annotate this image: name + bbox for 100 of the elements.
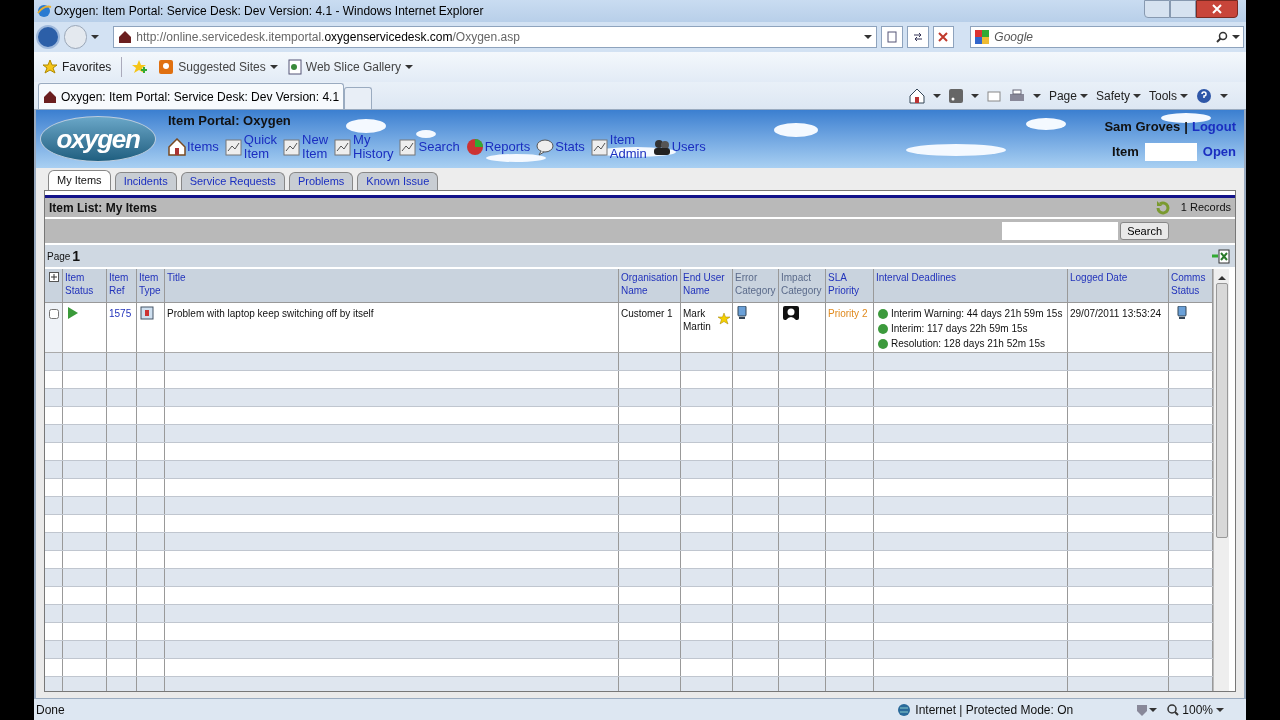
logo: oxygen bbox=[40, 116, 156, 162]
address-field[interactable]: http://online.servicedesk.itemportal.oxygenservicedesk.com/Oxygen.asp bbox=[113, 26, 878, 48]
nav-link[interactable]: New Item bbox=[283, 132, 329, 161]
person-icon bbox=[783, 306, 799, 320]
dropdown-caret-icon bbox=[1216, 706, 1224, 713]
new-tab-button[interactable] bbox=[344, 87, 373, 109]
document-icon bbox=[334, 137, 353, 156]
portal-title: Item Portal: Oxygen bbox=[168, 112, 291, 131]
page-number: 1 bbox=[72, 246, 81, 266]
command-menu[interactable]: Page bbox=[1048, 87, 1088, 105]
page-label: Page bbox=[47, 249, 71, 264]
home-icon bbox=[908, 88, 925, 104]
favorites-link[interactable]: Web Slice Gallery bbox=[287, 58, 413, 76]
column-header[interactable]: Item Type bbox=[139, 271, 162, 297]
stop-icon bbox=[937, 31, 950, 43]
export-icon bbox=[1211, 248, 1231, 264]
dropdown-caret-icon bbox=[1032, 93, 1041, 99]
compatibility-button[interactable] bbox=[881, 26, 903, 48]
favorites-link[interactable]: Suggested Sites bbox=[158, 58, 278, 76]
house-icon bbox=[168, 137, 186, 156]
open-link[interactable]: Open bbox=[1202, 142, 1236, 162]
column-header[interactable]: Logged Date bbox=[1070, 271, 1166, 284]
column-header[interactable]: Title bbox=[167, 271, 616, 284]
close-button[interactable] bbox=[1196, 0, 1238, 18]
tab[interactable]: Incidents bbox=[114, 172, 177, 190]
dropdown-caret-icon bbox=[1232, 34, 1241, 40]
people-icon bbox=[652, 137, 671, 156]
item-ref-link[interactable]: 1575 bbox=[109, 308, 132, 319]
dropdown-caret-icon bbox=[404, 64, 413, 70]
nav-link[interactable]: Reports bbox=[465, 137, 531, 156]
refresh-button[interactable] bbox=[906, 26, 929, 48]
column-header[interactable]: Comms Status bbox=[1171, 271, 1210, 297]
scrollbar[interactable] bbox=[1213, 269, 1229, 691]
nav-link[interactable]: Item Admin bbox=[590, 132, 647, 161]
dropdown-caret-icon bbox=[91, 34, 100, 40]
table-cell-text: Mark Martin bbox=[683, 307, 712, 333]
dropdown-caret-icon bbox=[1180, 93, 1188, 99]
stop-button[interactable] bbox=[932, 26, 955, 48]
command-menu[interactable]: Tools bbox=[1149, 87, 1188, 105]
search-field[interactable]: Google bbox=[970, 26, 1245, 48]
expand-icon bbox=[48, 272, 59, 282]
refresh-icon bbox=[1154, 199, 1171, 216]
command-menu[interactable]: Safety bbox=[1095, 87, 1141, 105]
dropdown-caret-icon bbox=[1220, 93, 1228, 99]
nav-link[interactable]: Quick Item bbox=[224, 132, 278, 161]
house-icon bbox=[118, 30, 133, 44]
star-icon bbox=[718, 313, 730, 325]
tab[interactable]: Known Issue bbox=[357, 172, 439, 190]
computer-icon bbox=[1177, 306, 1187, 320]
nav-link[interactable]: Stats bbox=[536, 137, 585, 156]
favorites-button[interactable]: Favorites bbox=[42, 58, 112, 76]
list-title: Item List: My Items bbox=[49, 199, 158, 217]
column-header[interactable]: Item Ref bbox=[109, 271, 134, 297]
google-logo-icon bbox=[974, 29, 991, 45]
table-cell: 29/07/2011 13:53:24 bbox=[1070, 308, 1161, 319]
column-header[interactable]: Interval Deadlines bbox=[876, 271, 1065, 284]
restore-button[interactable] bbox=[1170, 0, 1196, 18]
search-button[interactable]: Search bbox=[1120, 222, 1169, 240]
nav-link[interactable]: My History bbox=[334, 132, 394, 161]
browser-tab[interactable]: Oxygen: Item Portal: Service Desk: Dev Version: 4.1 bbox=[38, 83, 345, 109]
row-checkbox[interactable] bbox=[48, 309, 59, 319]
column-header: Error Category bbox=[735, 271, 776, 297]
column-header[interactable]: Organisation Name bbox=[621, 271, 678, 297]
mail-icon bbox=[986, 90, 1001, 102]
search-input[interactable] bbox=[1002, 222, 1119, 240]
globe-icon bbox=[897, 702, 912, 717]
item-label: Item bbox=[1112, 143, 1139, 161]
tab[interactable]: My Items bbox=[48, 170, 111, 190]
dropdown-caret-icon bbox=[1079, 93, 1088, 99]
window-title: Oxygen: Item Portal: Service Desk: Dev Version: 4.1 - Windows Internet Explorer bbox=[54, 3, 484, 20]
table-cell: Customer 1 bbox=[621, 308, 673, 319]
column-header[interactable]: End User Name bbox=[683, 271, 730, 297]
item-field[interactable] bbox=[1144, 142, 1197, 161]
nav-link[interactable]: Users bbox=[652, 137, 706, 156]
help-icon bbox=[1196, 88, 1212, 104]
column-header: Impact Category bbox=[781, 271, 823, 297]
search-icon bbox=[1216, 31, 1229, 43]
dropdown-caret-icon bbox=[970, 93, 979, 99]
nav-link[interactable]: Items bbox=[168, 137, 219, 156]
user-name: Sam Groves bbox=[1104, 117, 1181, 136]
tab[interactable]: Service Requests bbox=[180, 172, 285, 190]
tab[interactable]: Problems bbox=[288, 172, 354, 190]
column-header[interactable]: Item Status bbox=[65, 271, 104, 297]
minimize-button[interactable] bbox=[1144, 0, 1170, 18]
page-icon bbox=[287, 59, 302, 75]
dropdown-caret-icon bbox=[864, 34, 873, 40]
security-icon bbox=[1135, 702, 1150, 717]
scroll-up-icon bbox=[1217, 275, 1226, 281]
document-icon bbox=[140, 306, 154, 320]
zoom-button[interactable]: 100% bbox=[1167, 700, 1224, 719]
search-input[interactable]: Google bbox=[994, 28, 1213, 46]
bulb-icon bbox=[158, 59, 175, 75]
separator: | bbox=[1184, 117, 1188, 136]
document-icon bbox=[283, 137, 302, 156]
dropdown-caret-icon bbox=[269, 64, 278, 70]
status-text: Done bbox=[36, 701, 65, 719]
compatibility-icon bbox=[886, 31, 899, 43]
column-header[interactable]: SLA Priority bbox=[828, 271, 871, 297]
back-button[interactable] bbox=[36, 25, 60, 49]
nav-link[interactable]: Search bbox=[399, 137, 460, 156]
